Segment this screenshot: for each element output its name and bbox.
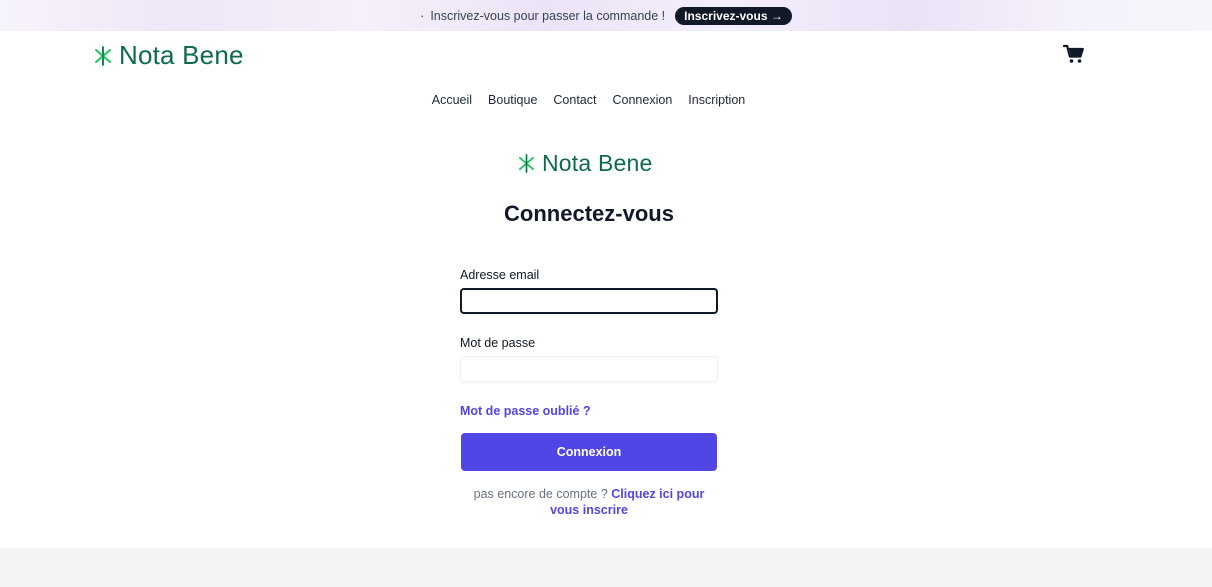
nav-boutique[interactable]: Boutique [488,93,537,107]
banner-message: Inscrivez-vous pour passer la commande ! [430,8,666,23]
brand-name: Nota Bene [119,40,244,70]
password-label: Mot de passe [460,336,536,350]
main-nav: Accueil Boutique Contact Connexion Inscr… [0,93,1212,107]
footer [0,548,1212,587]
login-form: Adresse email Mot de passe Mot de passe … [460,268,718,471]
login-brand-logo: Nota Bene [518,150,653,177]
email-label: Adresse email [460,268,540,282]
announcement-banner: · Inscrivez-vous pour passer la commande… [0,0,1212,31]
brand-logo[interactable]: Nota Bene [94,40,244,71]
nav-connexion[interactable]: Connexion [613,93,673,107]
signup-prompt-text: pas encore de compte ? [473,487,608,501]
banner-separator: · [420,8,425,23]
forgot-password-link[interactable]: Mot de passe oublié ? [460,404,718,418]
nav-inscription[interactable]: Inscription [688,93,745,107]
login-button[interactable]: Connexion [461,433,717,471]
site-header: Nota Bene [0,31,1212,83]
asterisk-logo-icon [95,45,111,66]
shopping-cart-icon[interactable] [1063,44,1085,64]
password-field[interactable] [460,356,718,382]
page-title: Connectez-vous [504,201,674,226]
asterisk-logo-icon [518,154,535,173]
banner-signup-button[interactable]: Inscrivez-vous → [675,6,792,25]
nav-accueil[interactable]: Accueil [432,93,472,107]
signup-prompt: pas encore de compte ? Cliquez ici pour … [460,486,718,518]
email-field[interactable] [460,288,718,314]
login-brand-name: Nota Bene [542,150,653,176]
nav-contact[interactable]: Contact [553,93,596,107]
password-group: Mot de passe [460,336,718,382]
